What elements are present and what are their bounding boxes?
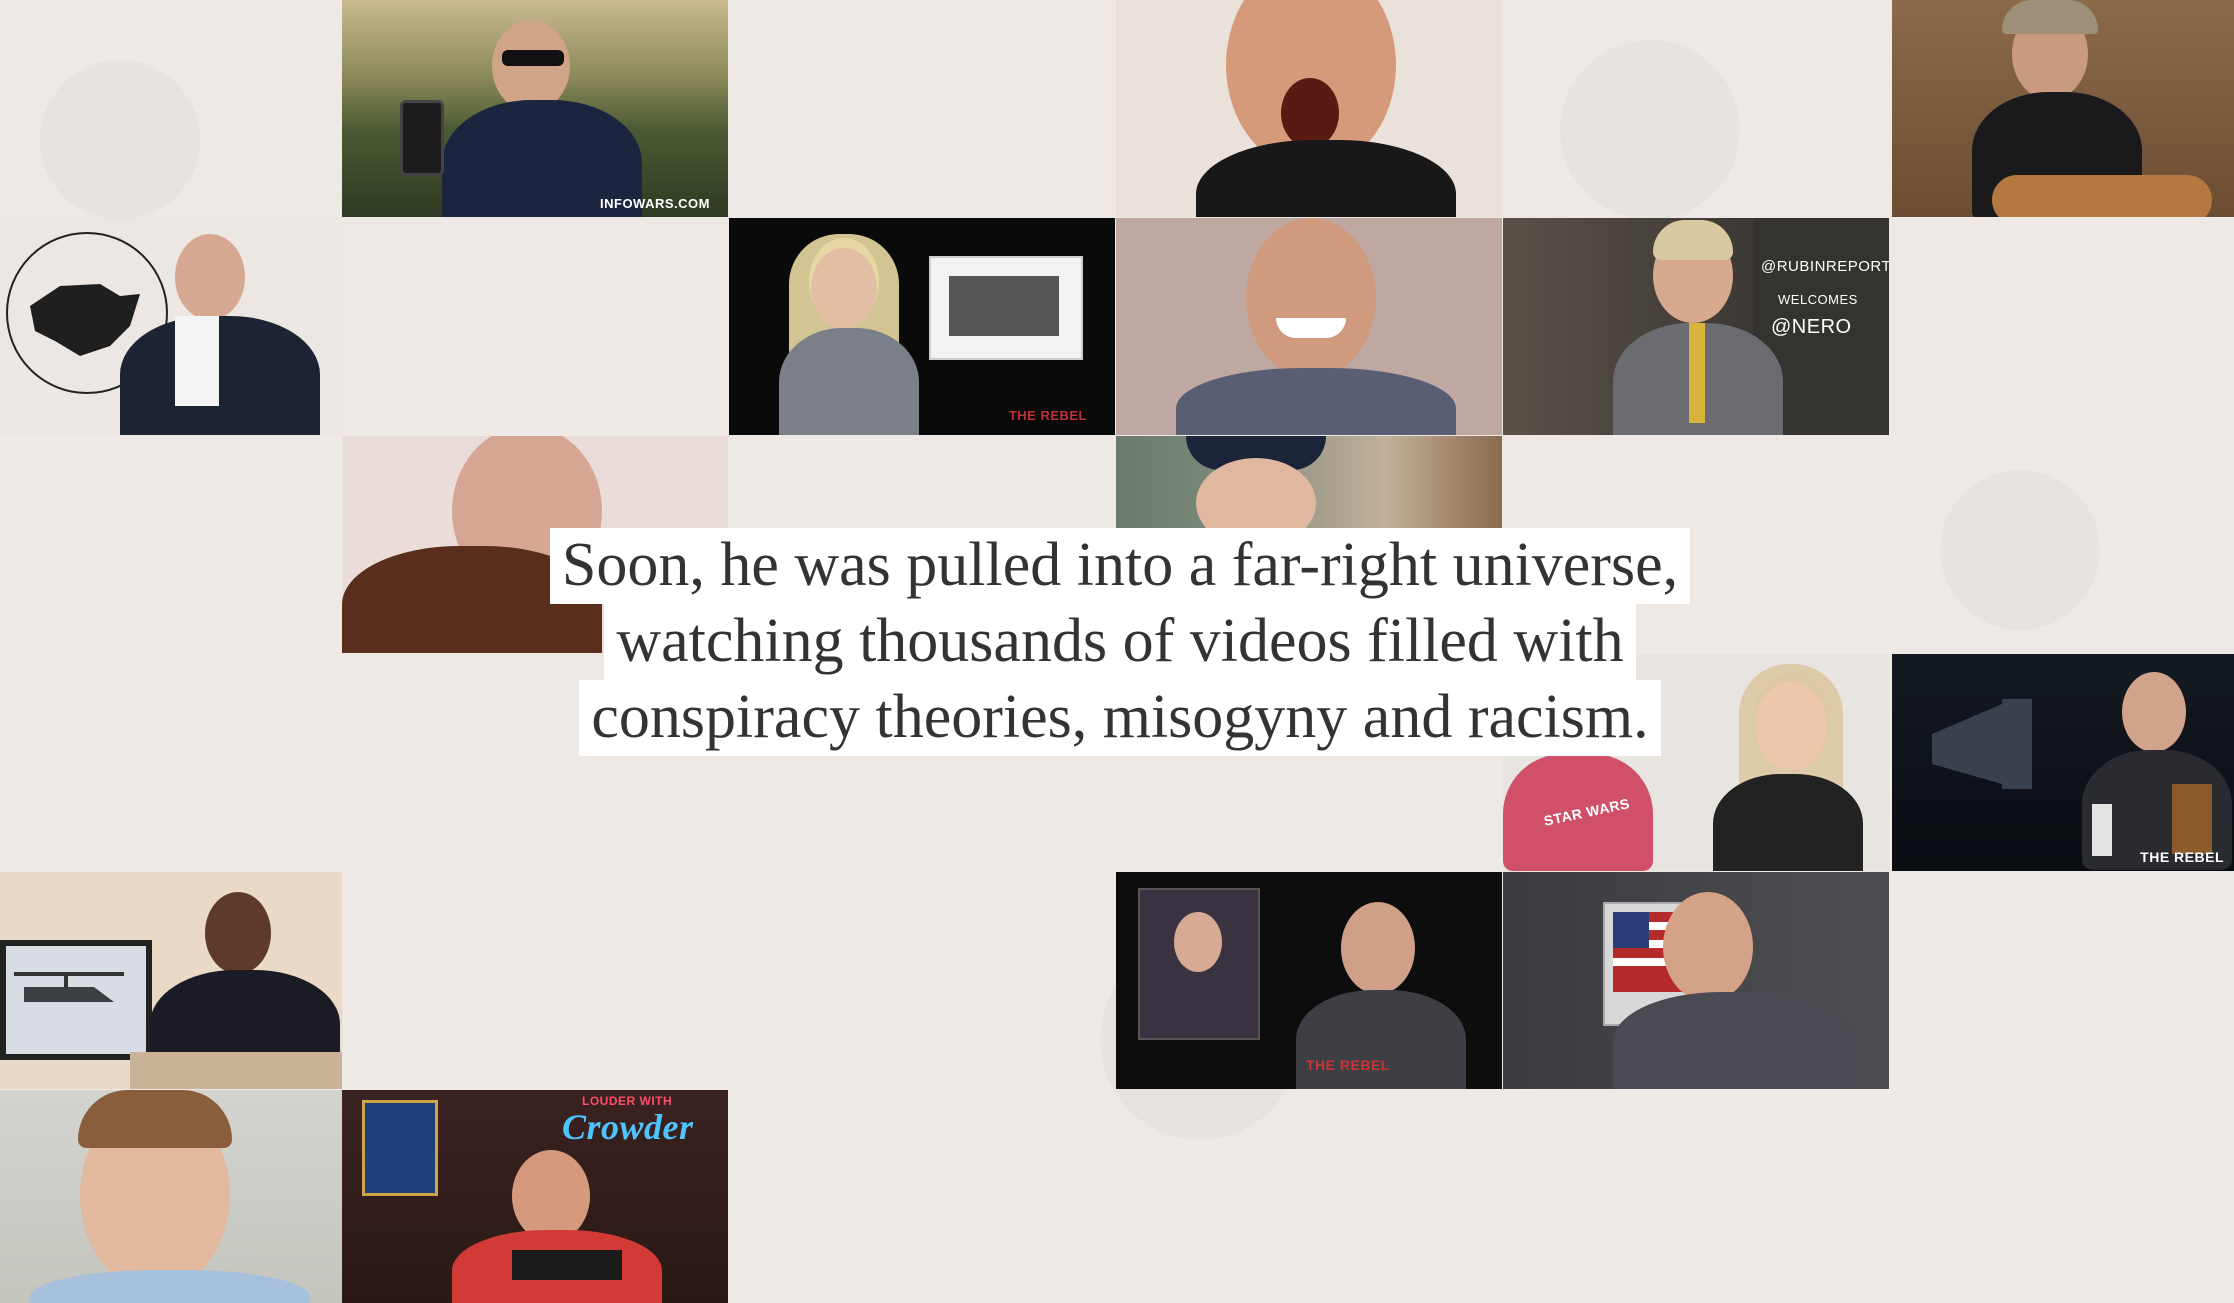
- video-tile-map-man[interactable]: [0, 1090, 342, 1303]
- open-mouth: [1281, 78, 1339, 148]
- video-tile-map-speaker[interactable]: [0, 218, 342, 435]
- cup-icon: [2092, 804, 2112, 856]
- caption-line-3: conspiracy theories, misogyny and racism…: [579, 680, 1661, 756]
- story-caption: Soon, he was pulled into a far-right uni…: [480, 528, 1760, 756]
- inset-person-face: [1174, 912, 1222, 972]
- phone-icon: [400, 100, 444, 176]
- person-head: [205, 892, 271, 974]
- video-tile-screaming-man[interactable]: [1116, 0, 1502, 217]
- person-body: [779, 328, 919, 435]
- smile: [1276, 318, 1346, 338]
- video-tile-headset-man[interactable]: [1503, 872, 1889, 1089]
- person-head: [175, 234, 245, 320]
- desk: [130, 1052, 342, 1089]
- hat-icon: [2002, 0, 2098, 34]
- inset-machine: [949, 276, 1059, 336]
- shirt: [175, 316, 219, 406]
- person-body: [1296, 990, 1466, 1089]
- ghost-shape: [1560, 40, 1740, 220]
- video-tile-cap-woman[interactable]: [1116, 436, 1502, 528]
- person-head: [1341, 902, 1415, 994]
- person-head: [492, 20, 570, 112]
- video-collage: INFOWARS.COM THE REBEL @RUBINREPORT WELC…: [0, 0, 2234, 1303]
- video-tile-infowars[interactable]: INFOWARS.COM: [342, 0, 728, 217]
- yellow-tie: [1689, 323, 1705, 423]
- caption-line-2: watching thousands of videos filled with: [604, 604, 1636, 680]
- person-body: [1613, 992, 1853, 1089]
- megaphone-icon: [1932, 699, 2032, 789]
- rebel-watermark: THE REBEL: [2140, 849, 2224, 865]
- ghost-shape: [1940, 470, 2100, 630]
- infowars-watermark: INFOWARS.COM: [600, 196, 710, 211]
- video-tile-nero[interactable]: @RUBINREPORT WELCOMES @NERO: [1503, 218, 1889, 435]
- person-face: [1755, 682, 1827, 770]
- hair: [78, 1090, 232, 1148]
- sign-line-2: WELCOMES: [1778, 292, 1858, 307]
- video-tile-crowder[interactable]: LOUDER WITH Crowder: [342, 1090, 728, 1303]
- video-tile-helicopter[interactable]: [0, 872, 342, 1089]
- person-body: [120, 316, 320, 435]
- video-tile-smiling-man[interactable]: [1116, 218, 1502, 435]
- person-body: [1176, 368, 1456, 435]
- person-head: [1246, 218, 1376, 378]
- guitar-icon: [1992, 175, 2212, 217]
- laptop-icon: [512, 1250, 622, 1280]
- poster: [362, 1100, 438, 1196]
- helicopter-icon: [14, 972, 124, 1002]
- person-body: [1713, 774, 1863, 871]
- caption-line-1: Soon, he was pulled into a far-right uni…: [549, 528, 1691, 604]
- person-head: [2122, 672, 2186, 752]
- video-tile-guitar-man[interactable]: [1892, 0, 2234, 217]
- sign-line-1: @RUBINREPORT: [1761, 258, 1889, 275]
- person-head: [512, 1150, 590, 1242]
- rebel-watermark: THE REBEL: [1008, 408, 1087, 423]
- sunglasses-icon: [502, 50, 564, 66]
- crowder-neon-sign: Crowder: [562, 1107, 694, 1147]
- person-face: [811, 248, 877, 328]
- bag-icon: [2172, 784, 2212, 854]
- sign-line-3: @NERO: [1771, 316, 1852, 338]
- video-tile-rebel-host[interactable]: THE REBEL: [1892, 654, 2234, 871]
- video-tile-rebel-presenter[interactable]: THE REBEL: [729, 218, 1115, 435]
- ghost-shape: [40, 60, 200, 220]
- rebel-watermark: THE REBEL: [1306, 1057, 1390, 1073]
- person-head: [1663, 892, 1753, 1002]
- video-tile-rebel-news[interactable]: THE REBEL: [1116, 872, 1502, 1089]
